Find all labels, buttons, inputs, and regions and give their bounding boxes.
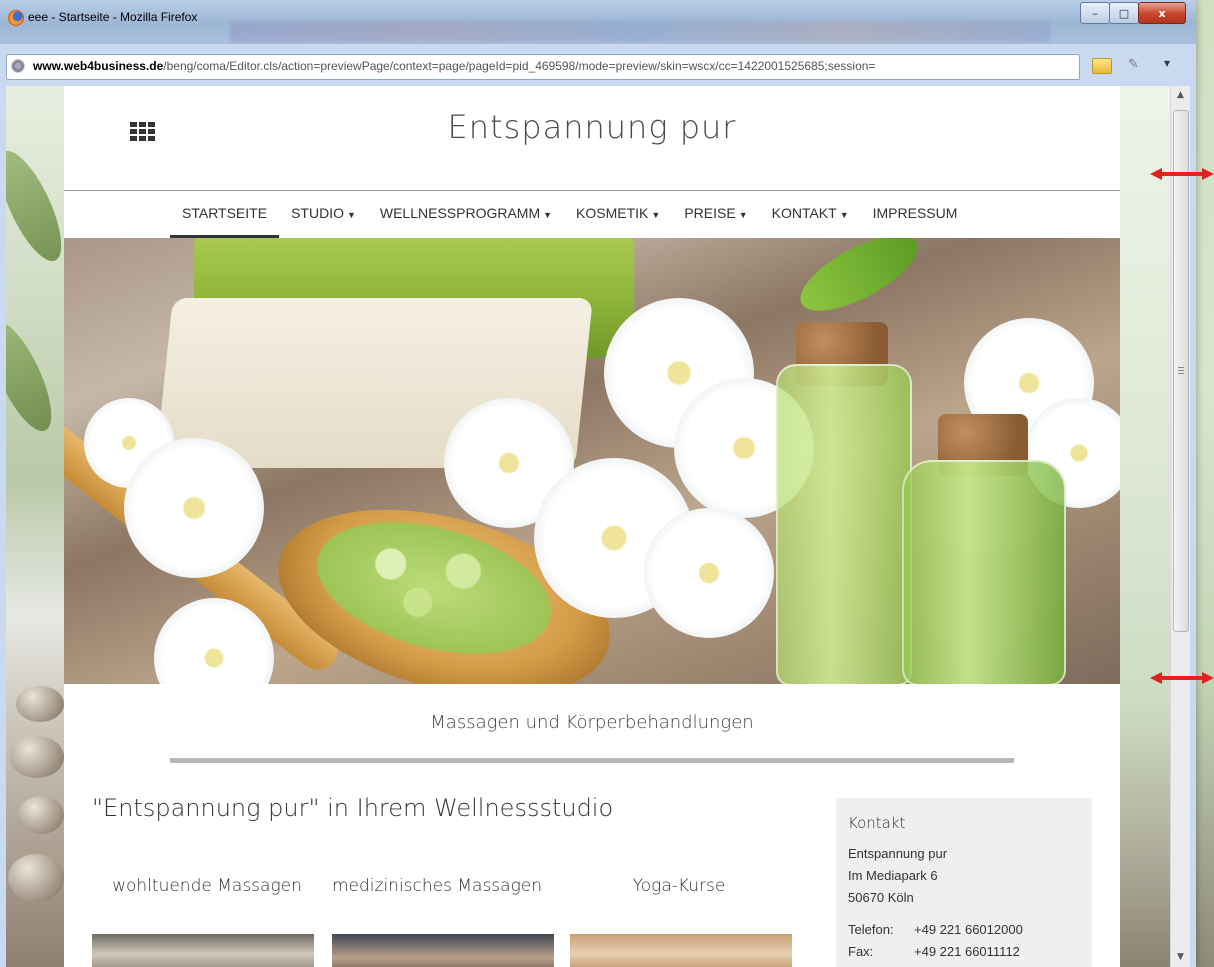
menu-item-kontakt[interactable]: KONTAKT ▼ <box>760 190 861 238</box>
menu-item-label: PREISE <box>684 205 736 221</box>
scroll-up-icon[interactable]: ▲ <box>1177 90 1184 100</box>
rss-feed-icon[interactable] <box>1092 58 1112 74</box>
caret-down-icon: ▼ <box>839 210 849 220</box>
card-image[interactable] <box>570 934 792 967</box>
contact-phone-row: Telefon: +49 221 66012000 <box>848 922 1023 937</box>
scroll-down-icon[interactable]: ▼ <box>1177 952 1184 962</box>
leaf-decoration <box>6 313 64 439</box>
caret-down-icon: ▼ <box>543 210 553 220</box>
menu-item-label: STARTSEITE <box>182 205 268 221</box>
menu-item-label: KOSMETIK <box>576 205 649 221</box>
glass-bottle-shape <box>776 364 912 684</box>
caret-down-icon: ▼ <box>346 210 356 220</box>
contact-city: 50670 Köln <box>848 890 914 905</box>
url-text[interactable]: www.web4business.de/beng/coma/Editor.cls… <box>33 59 875 73</box>
contact-fax-row: Fax: +49 221 66011112 <box>848 944 1020 959</box>
double-arrow-icon <box>1150 168 1214 180</box>
flower-shape <box>644 508 774 638</box>
scroll-thumb[interactable] <box>1173 110 1189 632</box>
web-page: Entspannung pur STARTSEITE STUDIO ▼ WELLNES… <box>64 86 1120 967</box>
addon-icon[interactable]: ✎ <box>1128 57 1139 72</box>
menu-item-startseite[interactable]: STARTSEITE <box>170 190 280 238</box>
url-bar[interactable]: www.web4business.de/beng/coma/Editor.cls… <box>6 54 1080 80</box>
section-subtitle: Massagen und Körperbehandlungen <box>430 712 754 733</box>
window-title: eee - Startseite - Mozilla Firefox <box>28 10 198 24</box>
menu-item-preise[interactable]: PREISE ▼ <box>672 190 759 238</box>
flower-shape <box>124 438 264 578</box>
contact-name: Entspannung pur <box>848 846 948 861</box>
main-menu: STARTSEITE STUDIO ▼ WELLNESSPROGRAMM ▼ KOSMET… <box>64 190 1120 238</box>
stone-decoration <box>8 854 64 902</box>
page-background-right <box>1120 86 1170 967</box>
firefox-icon <box>8 10 24 26</box>
url-domain: www.web4business.de <box>33 59 164 73</box>
minimize-button[interactable]: – <box>1080 2 1110 24</box>
menu-item-label: KONTAKT <box>771 205 837 221</box>
green-leaf-shape <box>789 238 929 326</box>
menu-item-wellnessprogramm[interactable]: WELLNESSPROGRAMM ▼ <box>368 190 564 238</box>
page-background-left <box>6 86 74 967</box>
close-button[interactable]: x <box>1138 2 1186 24</box>
maximize-button[interactable]: □ <box>1109 2 1139 24</box>
page-viewport: Entspannung pur STARTSEITE STUDIO ▼ WELLNES… <box>6 86 1190 967</box>
menu-item-kosmetik[interactable]: KOSMETIK ▼ <box>564 190 672 238</box>
menu-item-label: IMPRESSUM <box>872 205 958 221</box>
caret-down-icon: ▼ <box>738 210 748 220</box>
contact-box: Kontakt Entspannung pur Im Mediapark 6 5… <box>836 798 1092 967</box>
divider <box>170 758 1014 763</box>
card-image[interactable] <box>92 934 314 967</box>
contact-street: Im Mediapark 6 <box>848 868 938 883</box>
card-title[interactable]: medizinisches Massagen <box>322 876 552 896</box>
main-heading: "Entspannung pur" in Ihrem Wellnessstudi… <box>92 794 614 822</box>
url-path: /beng/coma/Editor.cls/action=previewPage… <box>163 59 876 73</box>
hero-image <box>64 238 1120 684</box>
blurred-bookmarks <box>230 22 1050 42</box>
window-controls: – □ x <box>1080 2 1186 24</box>
phone-value[interactable]: +49 221 66012000 <box>914 922 1023 937</box>
contact-title: Kontakt <box>848 814 906 832</box>
menu-item-label: STUDIO <box>291 205 344 221</box>
title-bar: eee - Startseite - Mozilla Firefox – □ x <box>0 0 1196 44</box>
menu-item-label: WELLNESSPROGRAMM <box>379 205 541 221</box>
card-title[interactable]: wohltuende Massagen <box>92 876 322 896</box>
browser-window: eee - Startseite - Mozilla Firefox – □ x… <box>0 0 1196 967</box>
stone-decoration <box>10 736 64 778</box>
card-title[interactable]: Yoga-Kurse <box>564 876 794 896</box>
globe-icon <box>11 59 25 73</box>
menu-item-impressum[interactable]: IMPRESSUM <box>861 190 970 238</box>
caret-down-icon: ▼ <box>651 210 661 220</box>
glass-bottle-shape <box>902 460 1066 684</box>
fax-value: +49 221 66011112 <box>914 944 1020 959</box>
site-title[interactable]: Entspannung pur <box>64 108 1120 146</box>
stone-decoration <box>16 686 64 722</box>
grip-icon <box>1178 367 1184 375</box>
double-arrow-icon <box>1150 672 1214 684</box>
navigation-bar: www.web4business.de/beng/coma/Editor.cls… <box>6 52 1190 80</box>
stone-decoration <box>18 796 64 834</box>
card-image[interactable] <box>332 934 554 967</box>
site-header: Entspannung pur <box>64 86 1120 191</box>
menu-item-studio[interactable]: STUDIO ▼ <box>279 190 368 238</box>
vertical-scrollbar[interactable]: ▲ ▼ <box>1170 86 1190 967</box>
phone-label: Telefon: <box>848 922 894 937</box>
chevron-down-icon[interactable]: ▾ <box>1164 56 1170 70</box>
fax-label: Fax: <box>848 944 874 959</box>
